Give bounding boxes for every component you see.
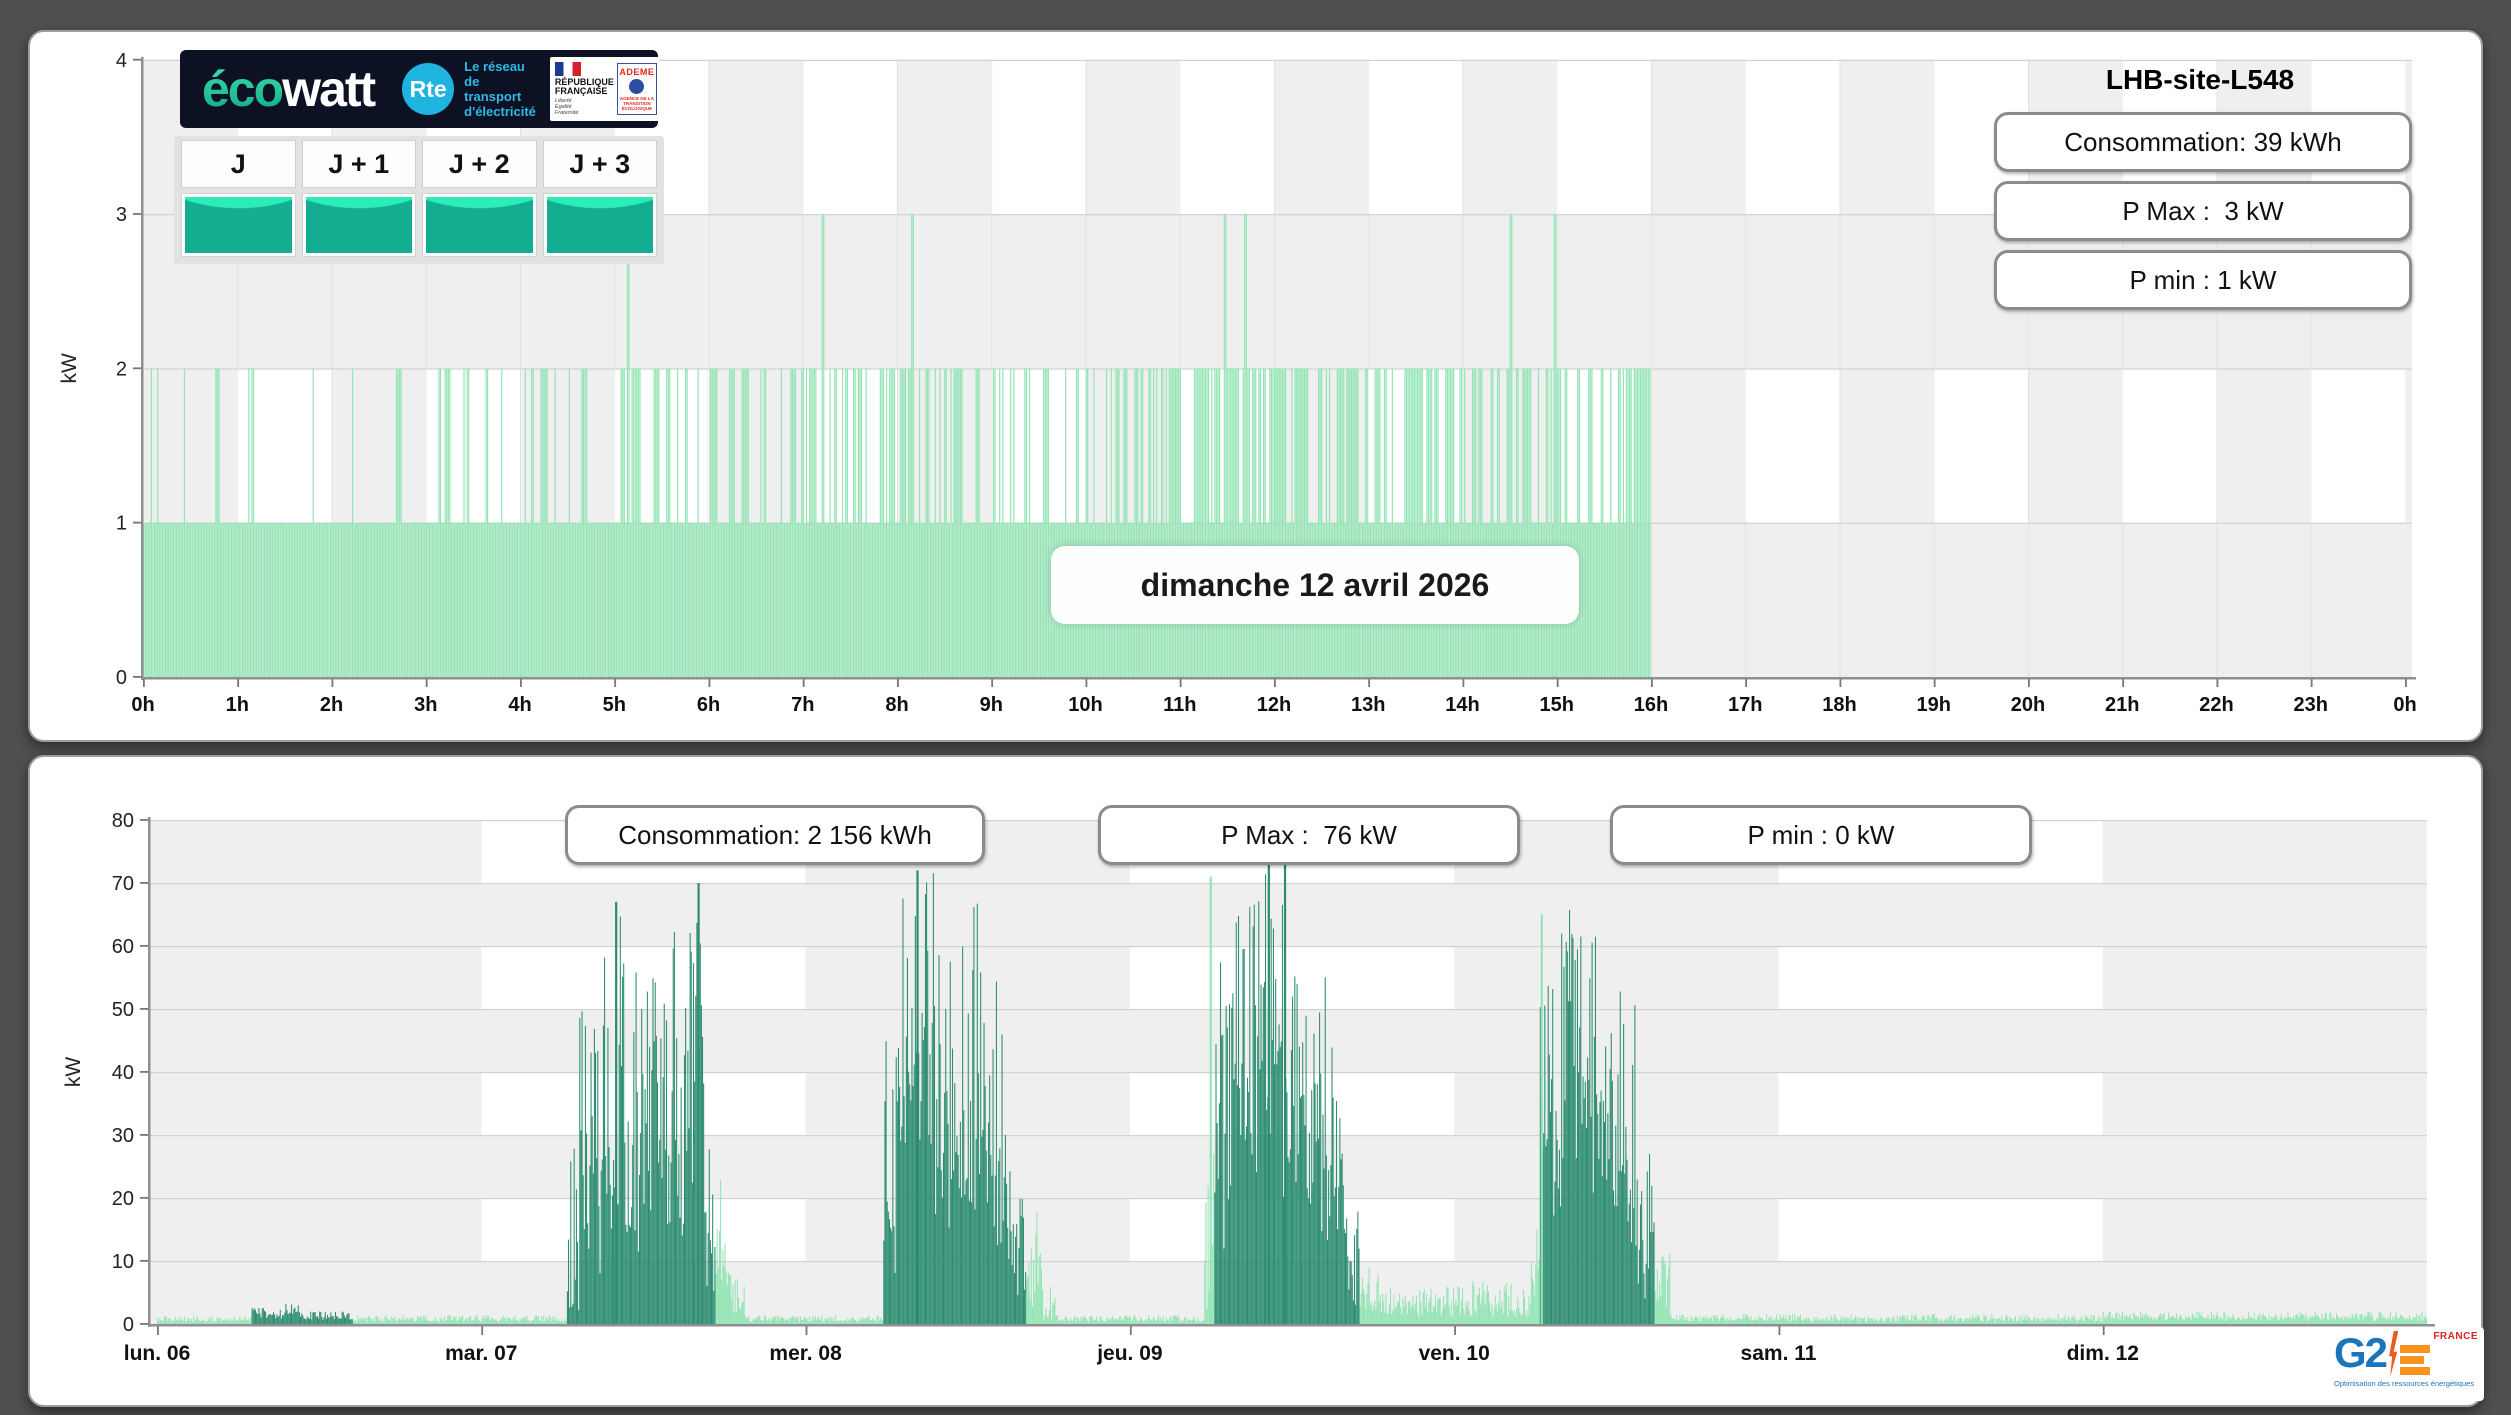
svg-text:mar. 07: mar. 07	[445, 1342, 517, 1365]
svg-text:lun. 06: lun. 06	[124, 1342, 191, 1365]
ecowatt-banner: écowatt Rte Le réseau de transport d'éle…	[180, 50, 659, 128]
svg-text:3: 3	[116, 204, 127, 226]
ecowatt-wordmark: écowatt	[202, 61, 376, 117]
g2-e-bars-icon	[2400, 1331, 2431, 1375]
svg-text:16h: 16h	[1634, 694, 1668, 716]
site-title: LHB-site-L548	[2105, 64, 2295, 95]
svg-text:10: 10	[112, 1251, 134, 1273]
day-pmin-box: P min : 1 kW	[1994, 250, 2412, 310]
g2-logo: G2 FRANCE Optimisation des ressources én…	[2328, 1327, 2484, 1401]
svg-text:23h: 23h	[2294, 694, 2328, 716]
lightning-icon	[2389, 1331, 2399, 1377]
svg-text:jeu. 09: jeu. 09	[1096, 1342, 1162, 1365]
svg-text:60: 60	[112, 936, 134, 958]
svg-text:7h: 7h	[791, 694, 814, 716]
week-consumption-box: Consommation: 2 156 kWh	[565, 805, 985, 865]
svg-text:kW: kW	[58, 353, 81, 384]
svg-text:20: 20	[112, 1188, 134, 1210]
rte-logo: Rte	[402, 63, 455, 115]
svg-text:0h: 0h	[131, 694, 154, 716]
ecowatt-signal-tile-j3[interactable]	[542, 193, 657, 257]
svg-text:2h: 2h	[320, 694, 343, 716]
rte-tagline: Le réseau de transport d'électricité	[464, 59, 536, 119]
day-consumption-box: Consommation: 39 kWh	[1994, 112, 2412, 172]
svg-text:17h: 17h	[1728, 694, 1762, 716]
day-button-j1[interactable]: J + 1	[301, 140, 416, 188]
ecowatt-signal-tile-j2[interactable]	[422, 193, 537, 257]
ecowatt-signal-tile-j1[interactable]	[301, 193, 416, 257]
svg-text:ven. 10: ven. 10	[1419, 1342, 1490, 1365]
bottom-chart-panel: 0 10 20 30 40 50 60 70 80 lun. 06 mar. 07 mer. 08 je…	[28, 755, 2484, 1407]
top-chart-panel: 0 1 2 3 4 0h 1h 2h 3h 4h 5h 6h 7h 8h 9h 10h 11h 12h 13h 14h…	[28, 30, 2483, 742]
svg-text:18h: 18h	[1822, 694, 1856, 716]
svg-text:13h: 13h	[1351, 694, 1385, 716]
ademe-logo: ADEME AGENCE DE LA TRANSITION ÉCOLOGIQUE	[616, 63, 657, 115]
ademe-globe-icon	[629, 79, 645, 94]
gov-badge: RÉPUBLIQUE FRANÇAISE Liberté Égalité Fra…	[549, 57, 659, 121]
svg-text:sam. 11: sam. 11	[1741, 1342, 1817, 1365]
week-pmin-box: P min : 0 kW	[1610, 805, 2032, 865]
svg-text:10h: 10h	[1068, 694, 1102, 716]
svg-text:8h: 8h	[885, 694, 908, 716]
svg-text:5h: 5h	[603, 694, 626, 716]
date-badge: dimanche 12 avril 2026	[1051, 546, 1579, 624]
green-signal-icon	[305, 197, 412, 253]
french-flag-icon	[554, 62, 581, 76]
svg-text:9h: 9h	[980, 694, 1003, 716]
svg-text:40: 40	[112, 1062, 134, 1084]
svg-text:kW: kW	[62, 1057, 85, 1088]
day-button-j2[interactable]: J + 2	[422, 140, 537, 188]
svg-text:4: 4	[116, 50, 127, 72]
ecowatt-watt-text: watt	[282, 61, 376, 117]
day-selector: J J + 1 J + 2 J + 3	[174, 136, 664, 264]
green-signal-icon	[185, 197, 292, 253]
svg-text:50: 50	[112, 999, 134, 1021]
ecowatt-eco-text: éco	[202, 61, 284, 117]
svg-text:22h: 22h	[2199, 694, 2233, 716]
svg-text:6h: 6h	[697, 694, 720, 716]
svg-text:mer. 08: mer. 08	[769, 1342, 842, 1365]
svg-text:2: 2	[116, 358, 127, 380]
svg-text:70: 70	[112, 873, 134, 895]
day-button-j3[interactable]: J + 3	[542, 140, 657, 188]
day-button-j[interactable]: J	[181, 140, 296, 188]
svg-text:19h: 19h	[1917, 694, 1951, 716]
day-pmax-box: P Max : 3 kW	[1994, 181, 2412, 241]
svg-text:1: 1	[116, 513, 127, 535]
republique-francaise-logo: RÉPUBLIQUE FRANÇAISE Liberté Égalité Fra…	[552, 62, 614, 116]
green-signal-icon	[546, 197, 653, 253]
svg-text:0: 0	[123, 1314, 134, 1336]
svg-text:0: 0	[116, 667, 127, 689]
svg-text:15h: 15h	[1540, 694, 1574, 716]
svg-text:dim. 12: dim. 12	[2067, 1342, 2139, 1365]
svg-text:3h: 3h	[414, 694, 437, 716]
green-signal-icon	[426, 197, 533, 253]
ecowatt-signal-tile-j[interactable]	[181, 193, 296, 257]
week-pmax-box: P Max : 76 kW	[1098, 805, 1520, 865]
svg-text:20h: 20h	[2011, 694, 2045, 716]
svg-text:0h: 0h	[2393, 694, 2416, 716]
svg-text:14h: 14h	[1445, 694, 1479, 716]
svg-text:80: 80	[112, 810, 134, 832]
svg-text:11h: 11h	[1163, 694, 1196, 716]
stage: 0 1 2 3 4 0h 1h 2h 3h 4h 5h 6h 7h 8h 9h 10h 11h 12h 13h 14h…	[0, 0, 2511, 1415]
svg-text:12h: 12h	[1257, 694, 1291, 716]
svg-text:1h: 1h	[226, 694, 249, 716]
svg-text:30: 30	[112, 1125, 134, 1147]
svg-text:21h: 21h	[2105, 694, 2139, 716]
svg-text:4h: 4h	[508, 694, 531, 716]
